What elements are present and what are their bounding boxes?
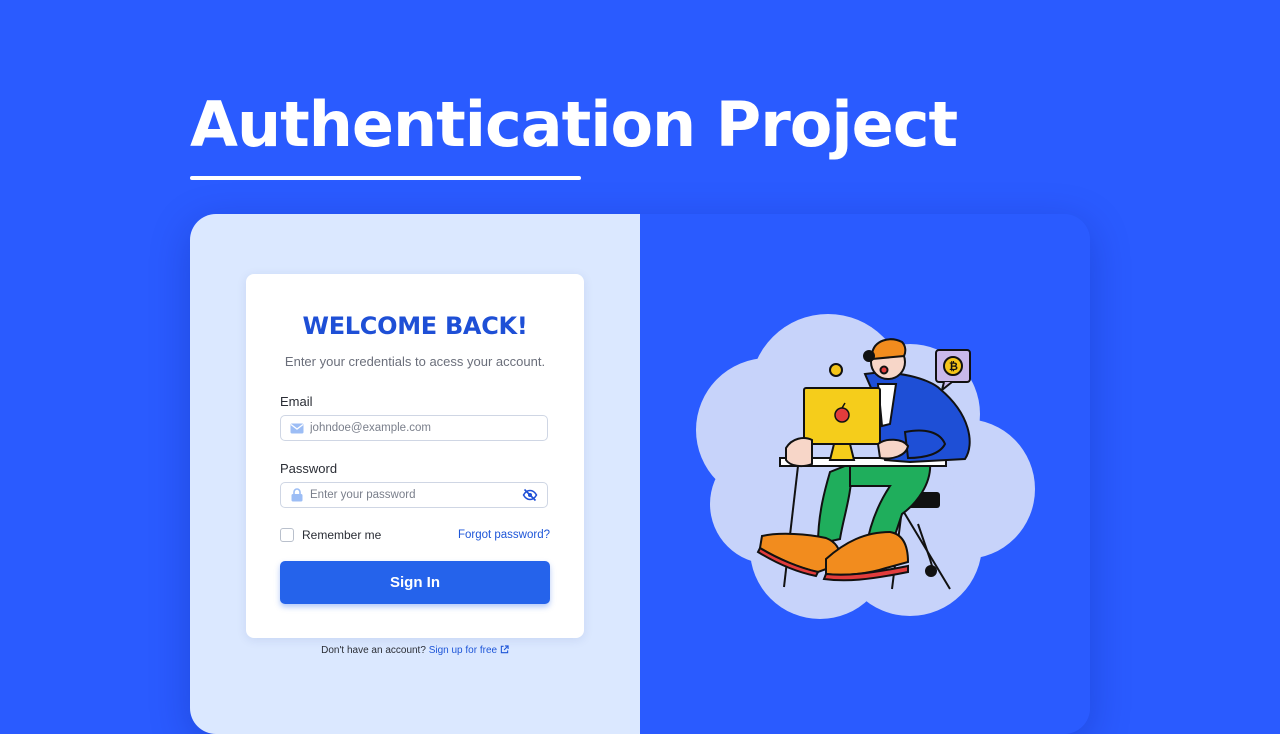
remember-me[interactable]: Remember me: [280, 528, 381, 542]
sign-in-button[interactable]: Sign In: [280, 561, 550, 604]
password-label: Password: [280, 461, 338, 476]
illustration-panel: ₿: [640, 214, 1090, 734]
remember-checkbox[interactable]: [280, 528, 294, 542]
signup-line: Don't have an account? Sign up for free: [190, 645, 640, 656]
login-card: WELCOME BACK! Enter your credentials to …: [246, 274, 584, 638]
login-subtitle: Enter your credentials to acess your acc…: [284, 354, 546, 369]
welcome-heading: WELCOME BACK!: [302, 312, 528, 340]
signup-link[interactable]: Sign up for free: [429, 645, 509, 656]
title-underline: [190, 176, 581, 180]
email-input[interactable]: [304, 416, 547, 440]
signup-link-label: Sign up for free: [428, 645, 498, 656]
eye-off-icon[interactable]: [521, 486, 539, 504]
lock-icon: [290, 488, 304, 502]
remember-label: Remember me: [302, 528, 382, 542]
envelope-icon: [290, 421, 304, 435]
remember-row: Remember me Forgot password?: [280, 527, 550, 543]
login-panel: WELCOME BACK! Enter your credentials to …: [190, 214, 640, 734]
page-title: Authentication Project: [190, 88, 958, 161]
password-field[interactable]: [280, 482, 548, 508]
password-input[interactable]: [304, 483, 521, 507]
svg-text:₿: ₿: [949, 360, 958, 373]
email-label: Email: [280, 394, 313, 409]
signup-prompt: Don't have an account?: [321, 645, 426, 656]
email-field[interactable]: [280, 415, 548, 441]
forgot-password-link[interactable]: Forgot password?: [458, 529, 550, 541]
external-link-icon: [500, 645, 509, 656]
app-frame: WELCOME BACK! Enter your credentials to …: [190, 214, 1090, 734]
developer-illustration: ₿: [696, 314, 1035, 619]
